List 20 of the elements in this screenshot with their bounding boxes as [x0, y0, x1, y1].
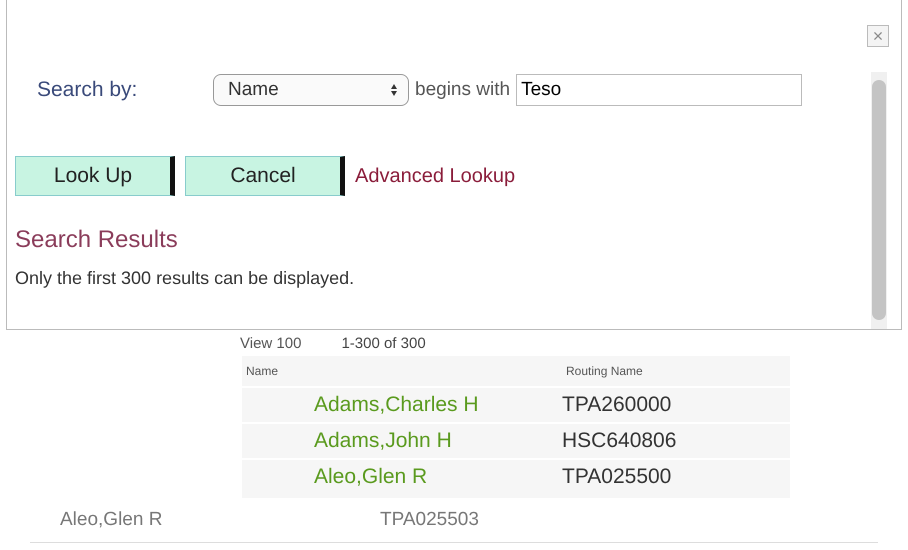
field-dropdown[interactable]: Name: [213, 74, 409, 106]
advanced-lookup-link[interactable]: Advanced Lookup: [355, 164, 516, 188]
table-cell-text: Aleo,Glen R: [59, 509, 164, 531]
section-title: Search Results: [15, 226, 179, 254]
search-input-field[interactable]: Teso: [516, 74, 802, 106]
column-header[interactable]: Routing Name: [566, 364, 643, 378]
updown-icon: [390, 83, 398, 97]
table-cell: TPA025500: [562, 465, 672, 489]
table-cell: TPA260000: [562, 393, 672, 417]
action-button[interactable]: Cancel: [185, 156, 345, 196]
operator-label: begins with: [415, 79, 510, 101]
scrollbar[interactable]: [871, 72, 887, 329]
column-header[interactable]: Name: [242, 364, 566, 378]
table-cell: HSC640806: [562, 429, 676, 453]
results-note: Only the first 300 results can be displayed.: [15, 268, 356, 289]
result-range: 1-300 of 300: [341, 334, 426, 352]
action-button[interactable]: Look Up: [15, 156, 175, 196]
view-link[interactable]: View 100: [240, 334, 302, 352]
search-by-label: Search by:: [36, 78, 138, 102]
table-cell: TPA025503: [380, 509, 479, 531]
